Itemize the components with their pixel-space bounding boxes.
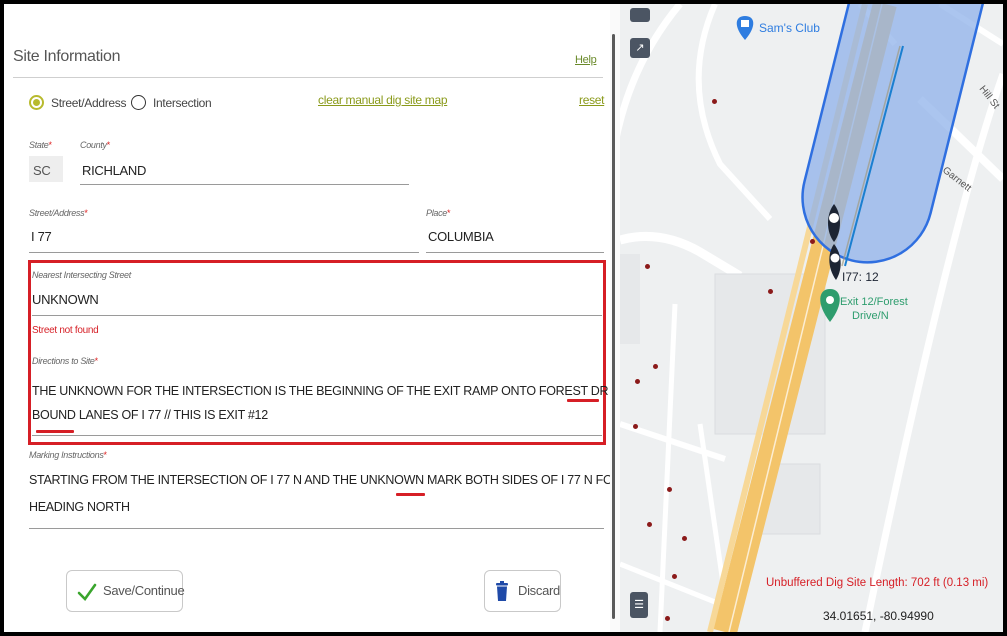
street-address-label: Street/Address* bbox=[29, 208, 88, 218]
map-dot bbox=[768, 289, 773, 294]
county-underline bbox=[80, 184, 409, 185]
nearest-street-field[interactable]: UNKNOWN bbox=[32, 292, 99, 307]
street-address-radio-label: Street/Address bbox=[51, 96, 127, 110]
exit-poi-label-line-1[interactable]: Exit 12/Forest bbox=[840, 296, 908, 308]
map-dot bbox=[672, 574, 677, 579]
nearest-street-label: Nearest Intersecting Street bbox=[32, 270, 131, 280]
both-underline-annotation bbox=[396, 493, 425, 496]
place-underline bbox=[426, 252, 604, 253]
app-frame: Site Information Help Street/Address Int… bbox=[4, 4, 1003, 632]
marking-line-2[interactable]: HEADING NORTH bbox=[29, 500, 130, 514]
exit-poi-label-line-2[interactable]: Drive/N bbox=[852, 310, 889, 322]
map-dot bbox=[665, 616, 670, 621]
dig-site-length: Unbuffered Dig Site Length: 702 ft (0.13… bbox=[766, 577, 989, 589]
save-continue-label: Save/Continue bbox=[103, 583, 185, 598]
splitter-handle[interactable] bbox=[612, 34, 615, 619]
state-value: SC bbox=[33, 163, 51, 178]
intersection-radio[interactable] bbox=[131, 95, 146, 110]
bound-underline-annotation bbox=[36, 430, 74, 433]
help-link[interactable]: Help bbox=[575, 54, 597, 66]
panel-title: Site Information bbox=[13, 48, 121, 65]
place-label: Place* bbox=[426, 208, 451, 218]
check-icon bbox=[77, 583, 97, 602]
dig-site-map[interactable]: ↗ ☰ Sam's Club I77: 12 Exit 12/Forest Dr… bbox=[620, 4, 1003, 632]
coordinates-readout: 34.01651, -80.94990 bbox=[823, 609, 934, 623]
marker-label: I77: 12 bbox=[842, 270, 879, 284]
map-dot bbox=[810, 239, 815, 244]
site-information-panel: Site Information Help Street/Address Int… bbox=[4, 4, 720, 632]
reset-link[interactable]: reset bbox=[579, 93, 604, 107]
sams-club-label[interactable]: Sam's Club bbox=[759, 21, 820, 35]
clear-manual-dig-site-map-link[interactable]: clear manual dig site map bbox=[318, 93, 448, 107]
directions-line-2[interactable]: BOUND LANES OF I 77 // THIS IS EXIT #12 bbox=[32, 408, 268, 422]
map-dot bbox=[645, 264, 650, 269]
map-dot bbox=[653, 364, 658, 369]
discard-label: Discard bbox=[518, 583, 560, 598]
marking-line-1[interactable]: STARTING FROM THE INTERSECTION OF I 77 N… bbox=[29, 473, 662, 487]
map-dot bbox=[635, 379, 640, 384]
north-underline-annotation bbox=[567, 399, 599, 402]
intersection-radio-label: Intersection bbox=[153, 96, 212, 110]
place-field[interactable]: COLUMBIA bbox=[428, 229, 494, 244]
discard-button[interactable]: Discard bbox=[484, 570, 561, 612]
street-address-underline bbox=[29, 252, 419, 253]
directions-underline bbox=[32, 435, 602, 436]
trash-icon bbox=[496, 581, 508, 601]
map-dot bbox=[682, 536, 687, 541]
state-label: State* bbox=[29, 140, 52, 150]
street-address-radio[interactable] bbox=[29, 95, 44, 110]
map-canvas bbox=[620, 4, 1003, 632]
map-dot bbox=[712, 99, 717, 104]
county-field[interactable]: RICHLAND bbox=[82, 163, 146, 178]
title-divider bbox=[13, 77, 603, 78]
measure-icon[interactable]: ↗ bbox=[630, 38, 650, 58]
marking-instructions-label: Marking Instructions* bbox=[29, 450, 107, 460]
map-dot bbox=[647, 522, 652, 527]
map-dot bbox=[633, 424, 638, 429]
street-not-found-error: Street not found bbox=[32, 325, 99, 336]
map-dot bbox=[667, 487, 672, 492]
county-label: County* bbox=[80, 140, 110, 150]
directions-label: Directions to Site* bbox=[32, 356, 98, 366]
nearest-street-underline bbox=[32, 315, 602, 316]
marking-underline bbox=[29, 528, 604, 529]
street-address-field[interactable]: I 77 bbox=[31, 229, 52, 244]
save-continue-button[interactable]: Save/Continue bbox=[66, 570, 185, 612]
map-control-top[interactable] bbox=[630, 8, 650, 22]
layers-list-icon[interactable]: ☰ bbox=[630, 592, 648, 618]
